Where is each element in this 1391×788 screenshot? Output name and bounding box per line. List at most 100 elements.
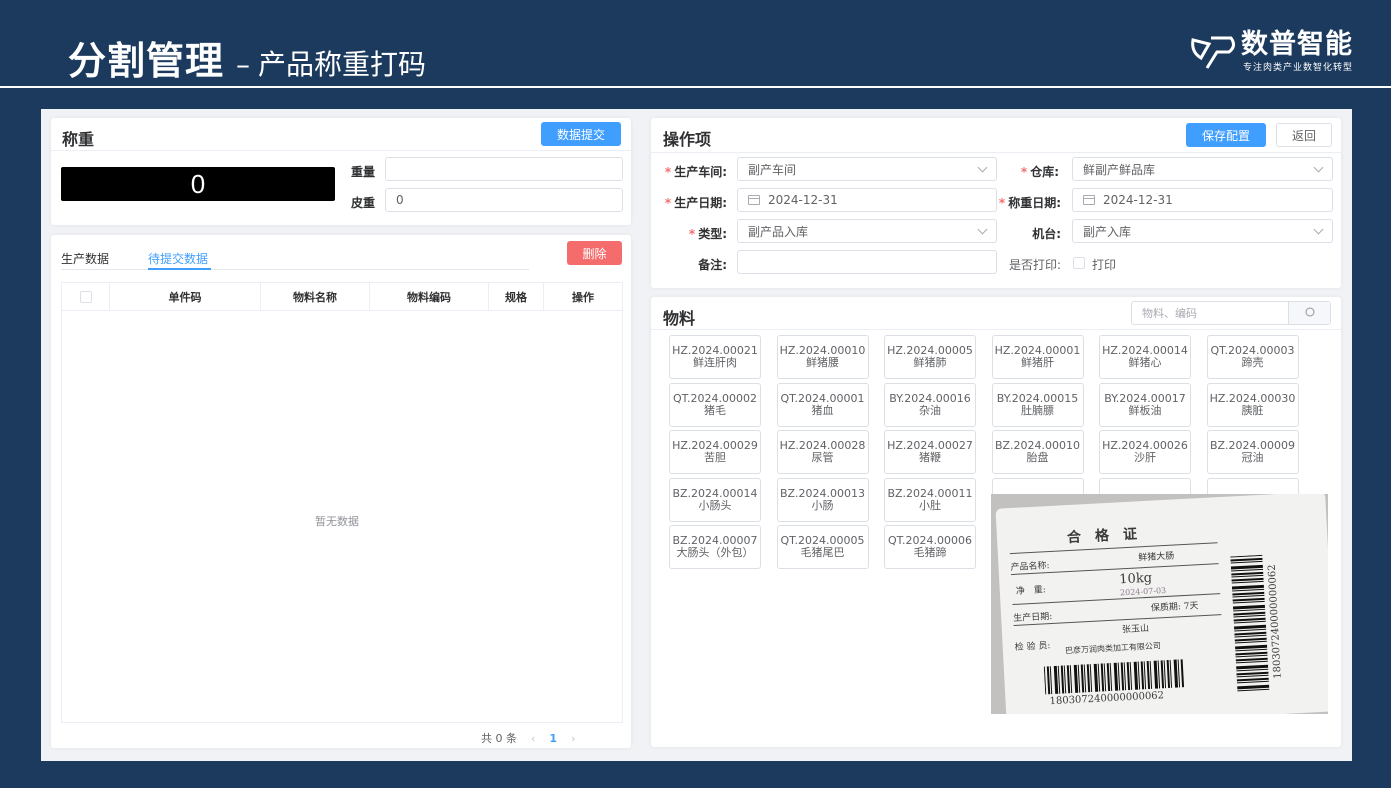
machine-label: 机台: bbox=[1032, 227, 1061, 241]
slide-title: 分割管理 – 产品称重打码 bbox=[68, 30, 426, 85]
material-name: 鲜猪腰 bbox=[806, 356, 839, 369]
barcode-bar bbox=[1163, 660, 1167, 689]
machine-select[interactable]: 副产入库 bbox=[1072, 219, 1333, 243]
material-button[interactable]: BZ.2024.00011 小肚 bbox=[884, 477, 976, 522]
product-name-value: 鲜猪大肠 bbox=[1137, 551, 1175, 564]
chevron-down-icon bbox=[1313, 224, 1324, 235]
weight-display: 0 bbox=[61, 167, 335, 201]
search-button[interactable] bbox=[1288, 302, 1330, 324]
barcode-bar bbox=[1233, 617, 1266, 622]
materials-divider bbox=[651, 329, 1341, 330]
barcode-bar bbox=[1146, 660, 1151, 690]
page-number[interactable]: 1 bbox=[549, 732, 557, 745]
barcode-bar bbox=[1143, 661, 1147, 690]
tabs-baseline bbox=[61, 269, 529, 270]
barcode-bar bbox=[1180, 659, 1185, 688]
material-button[interactable]: QT.2024.00001 猪血 bbox=[776, 382, 869, 427]
material-button[interactable]: BZ.2024.00007 大肠头（外包） bbox=[669, 525, 761, 569]
material-button[interactable]: HZ.2024.00021 鲜连肝肉 bbox=[669, 335, 761, 379]
material-name: 鲜猪肝 bbox=[1021, 356, 1054, 369]
prod-date-picker[interactable]: 2024-12-31 bbox=[737, 188, 997, 212]
warehouse-label: * 仓库: bbox=[1020, 165, 1059, 179]
material-button[interactable]: BZ.2024.00013 小肠 bbox=[776, 477, 869, 522]
operations-divider bbox=[651, 152, 1341, 153]
material-button[interactable]: QT.2024.00005 毛猪尾巴 bbox=[776, 525, 869, 569]
barcode-bar bbox=[1083, 664, 1087, 693]
barcode-bar bbox=[1120, 662, 1125, 691]
material-button[interactable]: HZ.2024.00010 鲜猪腰 bbox=[776, 335, 869, 379]
material-code: BZ.2024.00014 bbox=[672, 486, 758, 500]
material-search-input[interactable]: 物料、编码 bbox=[1132, 302, 1288, 324]
barcode-bar bbox=[1100, 663, 1105, 692]
tab-production-data[interactable]: 生产数据 bbox=[61, 250, 109, 267]
barcode-bar bbox=[1123, 662, 1127, 691]
material-button[interactable]: HZ.2024.00026 沙肝 bbox=[1099, 430, 1191, 474]
type-label: * 类型: bbox=[688, 227, 727, 241]
material-button[interactable]: HZ.2024.00001 鲜猪肝 bbox=[991, 335, 1084, 379]
brand-logo: 数普智能 专注肉类产业数智化转型 bbox=[1187, 30, 1353, 73]
material-button[interactable]: HZ.2024.00030 胰脏 bbox=[1206, 382, 1299, 427]
records-table: 单件码 物料名称 物料编码 规格 操作 暂无数据 bbox=[61, 282, 623, 723]
warehouse-select[interactable]: 鲜副产鲜品库 bbox=[1072, 157, 1333, 181]
select-all-checkbox[interactable] bbox=[79, 291, 92, 303]
material-button[interactable]: BY.2024.00017 鲜板油 bbox=[1099, 382, 1191, 427]
weight-input[interactable] bbox=[385, 157, 623, 181]
empty-state-text: 暂无数据 bbox=[315, 515, 359, 528]
material-button[interactable]: HZ.2024.00005 鲜猪肺 bbox=[884, 335, 976, 379]
prev-page-icon[interactable]: ‹ bbox=[531, 732, 535, 745]
required-icon: * bbox=[998, 196, 1006, 210]
material-button[interactable]: BY.2024.00015 肚腩膘 bbox=[991, 382, 1084, 427]
shelf-life-label: 保质期: 7天 bbox=[1150, 601, 1199, 614]
material-name: 毛猪蹄 bbox=[913, 546, 947, 559]
tab-pending-data[interactable]: 待提交数据 bbox=[148, 250, 208, 267]
delete-button[interactable]: 删除 bbox=[567, 241, 622, 265]
app-window: 称重 数据提交 0 重量 皮重 0 生产数据 待提交数据 删除 单件码 物料名称… bbox=[41, 109, 1352, 761]
barcode-bar bbox=[1097, 663, 1101, 692]
certificate-label: 合 格 证 产品名称: 鲜猪大肠 净 重: 10kg 2024-07-03 生产… bbox=[995, 494, 1328, 714]
material-button[interactable]: BZ.2024.00014 小肠头 bbox=[669, 477, 761, 522]
barcode-bar bbox=[1049, 666, 1053, 695]
material-code: BZ.2024.00013 bbox=[779, 486, 866, 500]
note-input[interactable] bbox=[737, 250, 997, 274]
back-button[interactable]: 返回 bbox=[1276, 123, 1332, 147]
material-name: 猪鞭 bbox=[919, 451, 941, 464]
workshop-select[interactable]: 副产车间 bbox=[737, 157, 997, 181]
weigh-date-picker[interactable]: 2024-12-31 bbox=[1072, 188, 1333, 212]
barcode-bar bbox=[1093, 663, 1099, 692]
calendar-icon bbox=[748, 195, 760, 205]
table-header: 单件码 物料名称 物料编码 规格 操作 bbox=[62, 283, 622, 311]
barcode-bar bbox=[1169, 659, 1173, 688]
required-icon: * bbox=[664, 196, 672, 210]
barcode-bar bbox=[1173, 659, 1179, 688]
prod-date-label: * 生产日期: bbox=[664, 196, 727, 210]
material-button[interactable]: HZ.2024.00014 鲜猪心 bbox=[1099, 335, 1191, 379]
next-page-icon[interactable]: › bbox=[571, 732, 575, 745]
records-card: 生产数据 待提交数据 删除 单件码 物料名称 物料编码 规格 操作 暂无数据 共… bbox=[51, 235, 631, 748]
save-config-button[interactable]: 保存配置 bbox=[1186, 123, 1266, 147]
material-button[interactable]: QT.2024.00003 蹄壳 bbox=[1206, 335, 1299, 379]
barcode-bar bbox=[1103, 663, 1107, 692]
barcode-bar bbox=[1236, 664, 1269, 670]
material-button[interactable]: HZ.2024.00029 苦胆 bbox=[669, 430, 761, 474]
type-select[interactable]: 副产品入库 bbox=[737, 219, 997, 243]
material-name: 鲜连肝肉 bbox=[693, 356, 737, 369]
material-search[interactable]: 物料、编码 bbox=[1131, 301, 1331, 325]
print-checkbox[interactable] bbox=[1073, 257, 1085, 269]
barcode-bar bbox=[1237, 684, 1270, 690]
materials-card-title: 物料 bbox=[663, 309, 696, 328]
material-button[interactable]: QT.2024.00002 猪毛 bbox=[669, 382, 761, 427]
select-all-cell bbox=[62, 283, 110, 311]
submit-data-button[interactable]: 数据提交 bbox=[541, 122, 621, 146]
net-weight-label: 净 重: bbox=[1015, 585, 1047, 597]
tare-input[interactable]: 0 bbox=[385, 188, 623, 212]
certificate-photo: 合 格 证 产品名称: 鲜猪大肠 净 重: 10kg 2024-07-03 生产… bbox=[991, 494, 1328, 714]
material-button[interactable]: BZ.2024.00009 冠油 bbox=[1206, 430, 1299, 474]
material-button[interactable]: HZ.2024.00027 猪鞭 bbox=[884, 430, 976, 474]
material-button[interactable]: QT.2024.00006 毛猪蹄 bbox=[884, 525, 976, 569]
barcode-bar bbox=[1234, 631, 1267, 636]
material-name: 苦胆 bbox=[704, 451, 726, 464]
material-button[interactable]: BZ.2024.00010 胎盘 bbox=[991, 430, 1084, 474]
barcode-bar bbox=[1235, 657, 1268, 662]
material-button[interactable]: BY.2024.00016 杂油 bbox=[884, 382, 976, 427]
material-button[interactable]: HZ.2024.00028 尿管 bbox=[776, 430, 869, 474]
